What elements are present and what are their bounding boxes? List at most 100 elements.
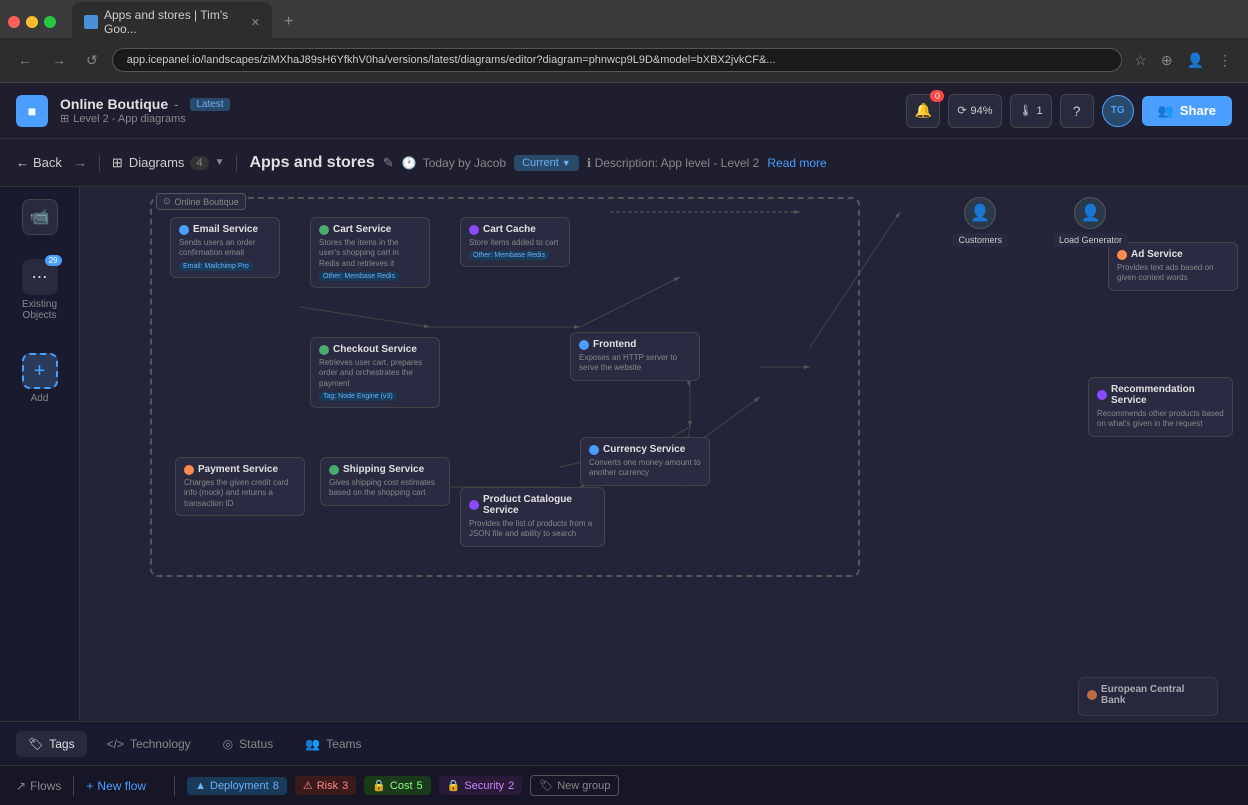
status-icon: ◎	[223, 737, 233, 751]
share-button[interactable]: 👥 Share	[1142, 96, 1232, 126]
customers-node[interactable]: 👤 Customers	[952, 197, 1008, 247]
back-nav-button[interactable]: ←	[12, 48, 38, 72]
close-button[interactable]	[8, 16, 20, 28]
notification-badge: 0	[930, 90, 944, 102]
checkout-tags: Tag: Node Engine (v3)	[319, 392, 431, 401]
currency-service-node[interactable]: Currency Service Converts one money amou…	[580, 437, 710, 486]
add-label: Add	[31, 393, 49, 404]
sidebar-item-existing-objects[interactable]: ⋯ 29 Existing Objects	[6, 251, 74, 329]
more-options-icon[interactable]: ⋮	[1214, 48, 1236, 73]
shipping-service-node[interactable]: Shipping Service Gives shipping cost est…	[320, 457, 450, 506]
level-icon: ⊞	[60, 112, 69, 125]
forward-diagram-button[interactable]: →	[74, 155, 87, 170]
app-header: ■ Online Boutique - Latest ⊞ Level 2 - A…	[0, 83, 1248, 139]
deployment-tag[interactable]: ▲ Deployment 8	[187, 777, 287, 795]
share-icon: 👥	[1158, 103, 1174, 119]
camera-button[interactable]: 📹	[22, 199, 58, 235]
plus-icon: +	[86, 779, 93, 793]
ad-service-node[interactable]: Ad Service Provides text ads based on gi…	[1108, 242, 1238, 291]
user-avatar[interactable]: TG	[1102, 95, 1134, 127]
second-toolbar: ← Back → ⊞ Diagrams 4 ▼ Apps and stores …	[0, 139, 1248, 187]
shipping-desc: Gives shipping cost estimates based on t…	[329, 478, 441, 499]
product-title: Product Catalogue Service	[469, 494, 596, 516]
canvas-area[interactable]: ⊙ Online Boutique Email Service Sends us…	[80, 187, 1248, 721]
temperature-indicator[interactable]: 🌡 1	[1010, 94, 1052, 128]
maximize-button[interactable]	[44, 16, 56, 28]
profile-icon[interactable]: 👤	[1183, 48, 1208, 73]
edit-title-icon[interactable]: ✎	[383, 155, 394, 171]
diagrams-count: 4	[190, 156, 208, 170]
cart-service-title: Cart Service	[319, 224, 421, 235]
separator-1	[73, 776, 74, 796]
info-icon: ℹ	[587, 156, 592, 170]
sync-icon: ⟳	[957, 104, 966, 117]
sidebar-item-add[interactable]: + Add	[6, 345, 74, 412]
cart-service-desc: Stores the items in the user's shopping …	[319, 238, 421, 269]
refresh-nav-button[interactable]: ↺	[80, 48, 104, 73]
bookmark-icon[interactable]: ☆	[1130, 48, 1151, 73]
currency-desc: Converts one money amount to another cur…	[589, 458, 701, 479]
risk-tag[interactable]: ⚠ Risk 3	[295, 776, 356, 795]
recommendation-desc: Recommends other products based on what'…	[1097, 409, 1224, 430]
diagrams-icon: ⊞	[112, 155, 123, 171]
forward-nav-button[interactable]: →	[46, 48, 72, 72]
objects-icon: ⋯ 29	[22, 259, 58, 295]
email-tag-1: Email: Mailchimp Pro	[179, 262, 253, 271]
active-tab[interactable]: Apps and stores | Tim's Goo... ✕	[72, 2, 272, 42]
new-flow-button[interactable]: + New flow	[86, 779, 146, 793]
minimize-button[interactable]	[26, 16, 38, 28]
thermometer-icon: 🌡	[1019, 104, 1033, 117]
recommendation-icon	[1097, 390, 1107, 400]
diagrams-button[interactable]: ⊞ Diagrams 4 ▼	[99, 155, 238, 171]
extensions-icon[interactable]: ⊕	[1157, 48, 1177, 73]
checkout-service-node[interactable]: Checkout Service Retrieves user cart, pr…	[310, 337, 440, 408]
load-generator-node[interactable]: 👤 Load Generator	[1053, 197, 1128, 247]
product-catalogue-node[interactable]: Product Catalogue Service Provides the l…	[460, 487, 605, 547]
new-tab-button[interactable]: +	[276, 9, 301, 35]
current-badge[interactable]: Current ▼	[514, 155, 579, 171]
browser-chrome: Apps and stores | Tim's Goo... ✕ + ← → ↺…	[0, 0, 1248, 83]
read-more-link[interactable]: Read more	[767, 156, 826, 170]
new-group-button[interactable]: 🏷 New group	[530, 775, 619, 796]
app-subtitle: ⊞ Level 2 - App diagrams	[60, 112, 230, 125]
tab-close-icon[interactable]: ✕	[251, 16, 260, 29]
back-arrow-icon: ←	[16, 155, 29, 170]
frontend-node[interactable]: Frontend Exposes an HTTP server to serve…	[570, 332, 700, 381]
tab-technology[interactable]: </> Technology	[95, 731, 203, 757]
help-button[interactable]: ?	[1060, 94, 1094, 128]
payment-icon	[184, 465, 194, 475]
cart-cache-node[interactable]: Cart Cache Store items added to cart Oth…	[460, 217, 570, 267]
code-icon: </>	[107, 737, 124, 751]
cart-icon	[319, 225, 329, 235]
user-count: 1	[1037, 105, 1043, 117]
tab-favicon	[84, 15, 98, 29]
sync-button[interactable]: ⟳ 94%	[948, 94, 1001, 128]
recommendation-node[interactable]: Recommendation Service Recommends other …	[1088, 377, 1233, 437]
cost-tag[interactable]: 🔒 Cost 5	[364, 776, 430, 795]
cart-cache-tags: Other: Membase Redis	[469, 251, 561, 260]
flows-label[interactable]: ↗ Flows	[16, 779, 61, 793]
app-title-area: Online Boutique - Latest ⊞ Level 2 - App…	[60, 96, 230, 125]
checkout-tag-1: Tag: Node Engine (v3)	[319, 392, 397, 401]
european-bank-node[interactable]: European Central Bank	[1078, 677, 1218, 716]
question-icon: ?	[1073, 103, 1081, 119]
product-icon	[469, 500, 479, 510]
url-input[interactable]: app.icepanel.io/landscapes/ziMXhaJ89sH6Y…	[112, 48, 1123, 72]
back-button[interactable]: ← Back	[16, 155, 62, 170]
header-actions: 🔔 0 ⟳ 94% 🌡 1 ? TG 👥 Share	[906, 94, 1232, 128]
version-badge[interactable]: Latest	[190, 98, 229, 111]
security-icon: 🔒	[447, 779, 461, 792]
cart-service-node[interactable]: Cart Service Stores the items in the use…	[310, 217, 430, 288]
tab-tags[interactable]: 🏷 Tags	[16, 731, 87, 757]
email-service-node[interactable]: Email Service Sends users an order confi…	[170, 217, 280, 278]
tab-bar: Apps and stores | Tim's Goo... ✕ +	[0, 0, 1248, 38]
deployment-icon: ▲	[195, 780, 206, 792]
tag-new-group-icon: 🏷	[539, 779, 553, 792]
add-icon: +	[22, 353, 58, 389]
security-tag[interactable]: 🔒 Security 2	[439, 776, 523, 795]
tab-teams[interactable]: 👥 Teams	[293, 731, 373, 757]
notifications-button[interactable]: 🔔 0	[906, 94, 940, 128]
payment-service-node[interactable]: Payment Service Charges the given credit…	[175, 457, 305, 516]
flows-bar: ↗ Flows + New flow ▲ Deployment 8 ⚠ Risk…	[0, 765, 1248, 805]
tab-status[interactable]: ◎ Status	[211, 731, 286, 757]
